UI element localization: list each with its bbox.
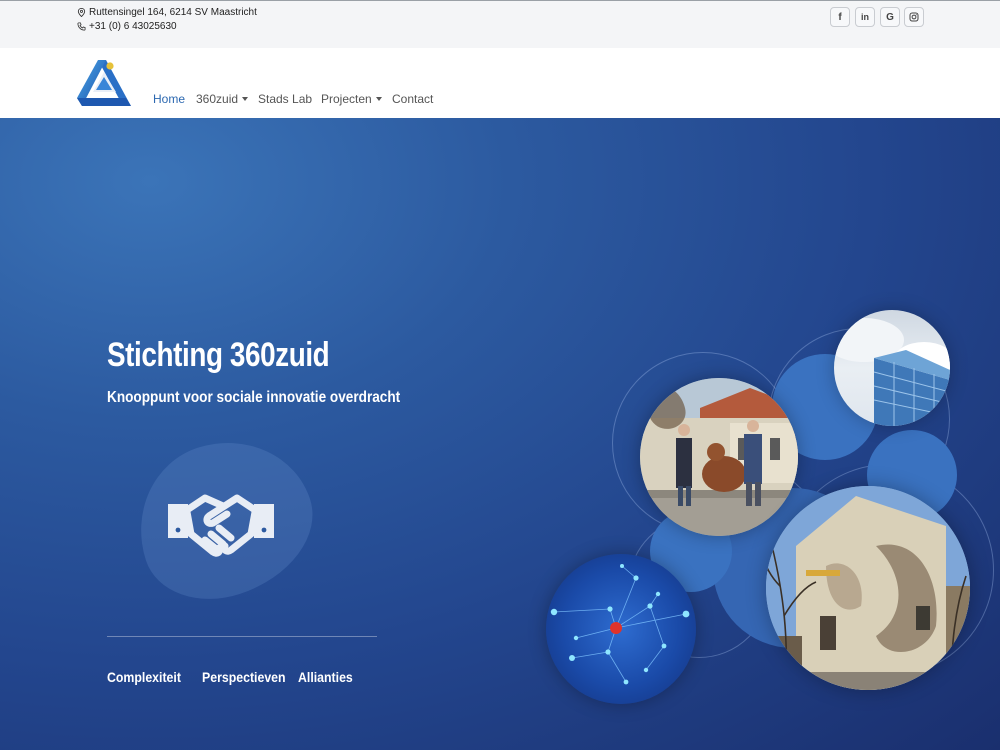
link-complexiteit[interactable]: Complexiteit: [107, 669, 181, 685]
photo-mural-circle: [766, 486, 970, 690]
instagram-button[interactable]: [904, 7, 924, 27]
phone-icon: [77, 22, 86, 31]
linkedin-button[interactable]: in: [855, 7, 875, 27]
caret-down-icon: [242, 97, 249, 101]
instagram-icon: [909, 12, 919, 22]
nav-label-360zuid: 360zuid: [196, 92, 239, 106]
top-bar: Ruttensingel 164, 6214 SV Maastricht +31…: [0, 0, 1000, 48]
facebook-icon: f: [838, 11, 842, 23]
nav-item-360zuid[interactable]: 360zuid: [196, 92, 249, 106]
network-nodes-icon: [550, 564, 690, 685]
nav-item-projecten[interactable]: Projecten: [321, 92, 382, 106]
glass-building-image: [834, 318, 950, 426]
address-text: Ruttensingel 164, 6214 SV Maastricht: [89, 7, 257, 18]
phone-text: +31 (0) 6 43025630: [89, 21, 177, 32]
site-logo[interactable]: [76, 58, 132, 108]
nav-label-contact: Contact: [392, 92, 434, 106]
network-graphic-circle: [546, 554, 696, 704]
main-navbar: Home 360zuid Stads Lab Projecten Contact: [0, 48, 1000, 118]
hero-section: Stichting 360zuid Knooppunt voor sociale…: [0, 118, 1000, 750]
phone-line: +31 (0) 6 43025630: [77, 21, 177, 32]
handshake-icon: [168, 494, 274, 557]
address-line: Ruttensingel 164, 6214 SV Maastricht: [77, 7, 257, 18]
hero-subtitle: Knooppunt voor sociale innovatie overdra…: [107, 389, 401, 406]
hero-divider: [107, 636, 377, 637]
linkedin-icon: in: [861, 12, 869, 22]
link-allianties[interactable]: Allianties: [298, 669, 353, 685]
location-pin-icon: [77, 8, 86, 17]
photo-people-circle: [640, 378, 798, 536]
facebook-button[interactable]: f: [830, 7, 850, 27]
google-button[interactable]: G: [880, 7, 900, 27]
nav-item-contact[interactable]: Contact: [392, 92, 433, 106]
hero-title: Stichting 360zuid: [107, 336, 330, 374]
link-perspectieven[interactable]: Perspectieven: [202, 669, 286, 685]
people-statue-image: [640, 378, 798, 536]
photo-building-circle: [834, 310, 950, 426]
nav-item-home[interactable]: Home: [153, 92, 185, 106]
nav-label-projecten: Projecten: [321, 92, 372, 106]
caret-down-icon: [375, 97, 382, 101]
google-icon: G: [886, 11, 894, 23]
nav-item-stads-lab[interactable]: Stads Lab: [258, 92, 312, 106]
nav-label-stads-lab: Stads Lab: [258, 92, 313, 106]
nav-label-home: Home: [153, 92, 186, 106]
mural-building-image: [766, 486, 970, 690]
